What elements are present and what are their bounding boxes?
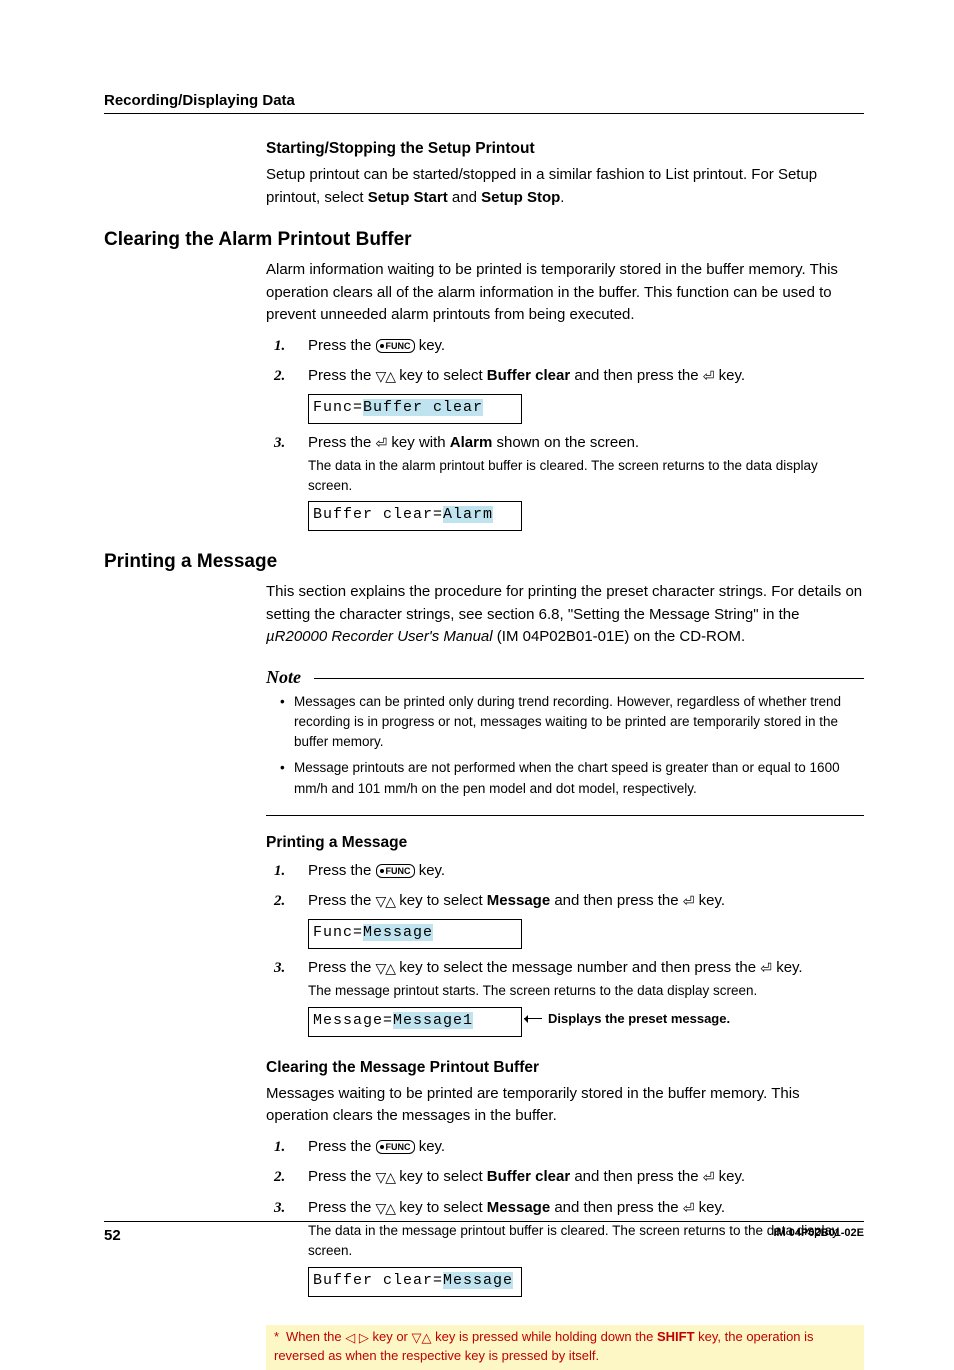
step-3: Press the ⏎ key with Alarm shown on the … — [308, 432, 864, 532]
func-key-icon: FUNC — [376, 1140, 415, 1154]
lcd-message-message1: Message=Message1 — [308, 1007, 522, 1037]
heading-print-message: Printing a Message — [104, 551, 864, 573]
step-1: Press the FUNC key. — [308, 1136, 864, 1159]
heading-clear-alarm: Clearing the Alarm Printout Buffer — [104, 229, 864, 251]
page-number: 52 — [104, 1227, 121, 1244]
note-item-1: Messages can be printed only during tren… — [280, 692, 864, 753]
down-up-key-icon: ▽△ — [376, 894, 396, 908]
step-2: Press the ▽△ key to select Message and t… — [308, 890, 864, 949]
steps-clear-alarm: Press the FUNC key. Press the ▽△ key to … — [266, 335, 864, 532]
step-1: Press the FUNC key. — [308, 335, 864, 358]
document-id: IM 04P02B01-02E — [774, 1227, 865, 1244]
down-up-key-icon: ▽△ — [376, 1201, 396, 1215]
step-1: Press the FUNC key. — [308, 860, 864, 883]
enter-key-icon: ⏎ — [760, 958, 772, 979]
step-3-sub: The message printout starts. The screen … — [308, 981, 864, 1001]
shift-footnote: *When the ◁ ▷ key or ▽△ key is pressed w… — [266, 1325, 864, 1370]
heading-setup-printout: Starting/Stopping the Setup Printout — [266, 140, 864, 158]
note-item-2: Message printouts are not performed when… — [280, 758, 864, 799]
note-heading: Note — [266, 667, 864, 688]
lcd-func-message: Func=Message — [308, 919, 522, 949]
down-up-key-icon: ▽△ — [376, 1170, 396, 1184]
step-2: Press the ▽△ key to select Buffer clear … — [308, 365, 864, 424]
steps-print-message: Press the FUNC key. Press the ▽△ key to … — [266, 860, 864, 1037]
step-3: Press the ▽△ key to select Message and t… — [308, 1197, 864, 1297]
step-2: Press the ▽△ key to select Buffer clear … — [308, 1166, 864, 1189]
func-key-icon: FUNC — [376, 864, 415, 878]
running-head: Recording/Displaying Data — [104, 92, 864, 114]
lcd-buffer-clear-message: Buffer clear=Message — [308, 1267, 522, 1297]
left-right-key-icon: ◁ ▷ — [345, 1329, 369, 1347]
pointer-arrow-icon — [522, 1018, 542, 1019]
lcd-func-buffer-clear: Func=Buffer clear — [308, 394, 522, 424]
para-clear-message-intro: Messages waiting to be printed are tempo… — [266, 1083, 864, 1128]
func-key-icon: FUNC — [376, 339, 415, 353]
lcd-caption: Displays the preset message. — [548, 1009, 730, 1029]
para-clear-alarm-intro: Alarm information waiting to be printed … — [266, 259, 864, 327]
heading-clear-message-buffer: Clearing the Message Printout Buffer — [266, 1059, 864, 1077]
enter-key-icon: ⏎ — [683, 1198, 695, 1219]
down-up-key-icon: ▽△ — [376, 961, 396, 975]
steps-clear-message: Press the FUNC key. Press the ▽△ key to … — [266, 1136, 864, 1297]
page-footer: 52 IM 04P02B01-02E — [104, 1221, 864, 1244]
para-print-message-intro: This section explains the procedure for … — [266, 581, 864, 649]
step-3: Press the ▽△ key to select the message n… — [308, 957, 864, 1037]
lcd-buffer-clear-alarm: Buffer clear=Alarm — [308, 501, 522, 531]
enter-key-icon: ⏎ — [703, 1167, 715, 1188]
step-3-sub: The data in the alarm printout buffer is… — [308, 456, 864, 495]
heading-print-message-sub: Printing a Message — [266, 834, 864, 852]
enter-key-icon: ⏎ — [376, 433, 388, 454]
down-up-key-icon: ▽△ — [376, 369, 396, 383]
down-up-key-icon: ▽△ — [412, 1329, 432, 1347]
para-setup-printout: Setup printout can be started/stopped in… — [266, 164, 864, 209]
enter-key-icon: ⏎ — [703, 366, 715, 387]
note-list: Messages can be printed only during tren… — [266, 692, 864, 816]
enter-key-icon: ⏎ — [683, 891, 695, 912]
